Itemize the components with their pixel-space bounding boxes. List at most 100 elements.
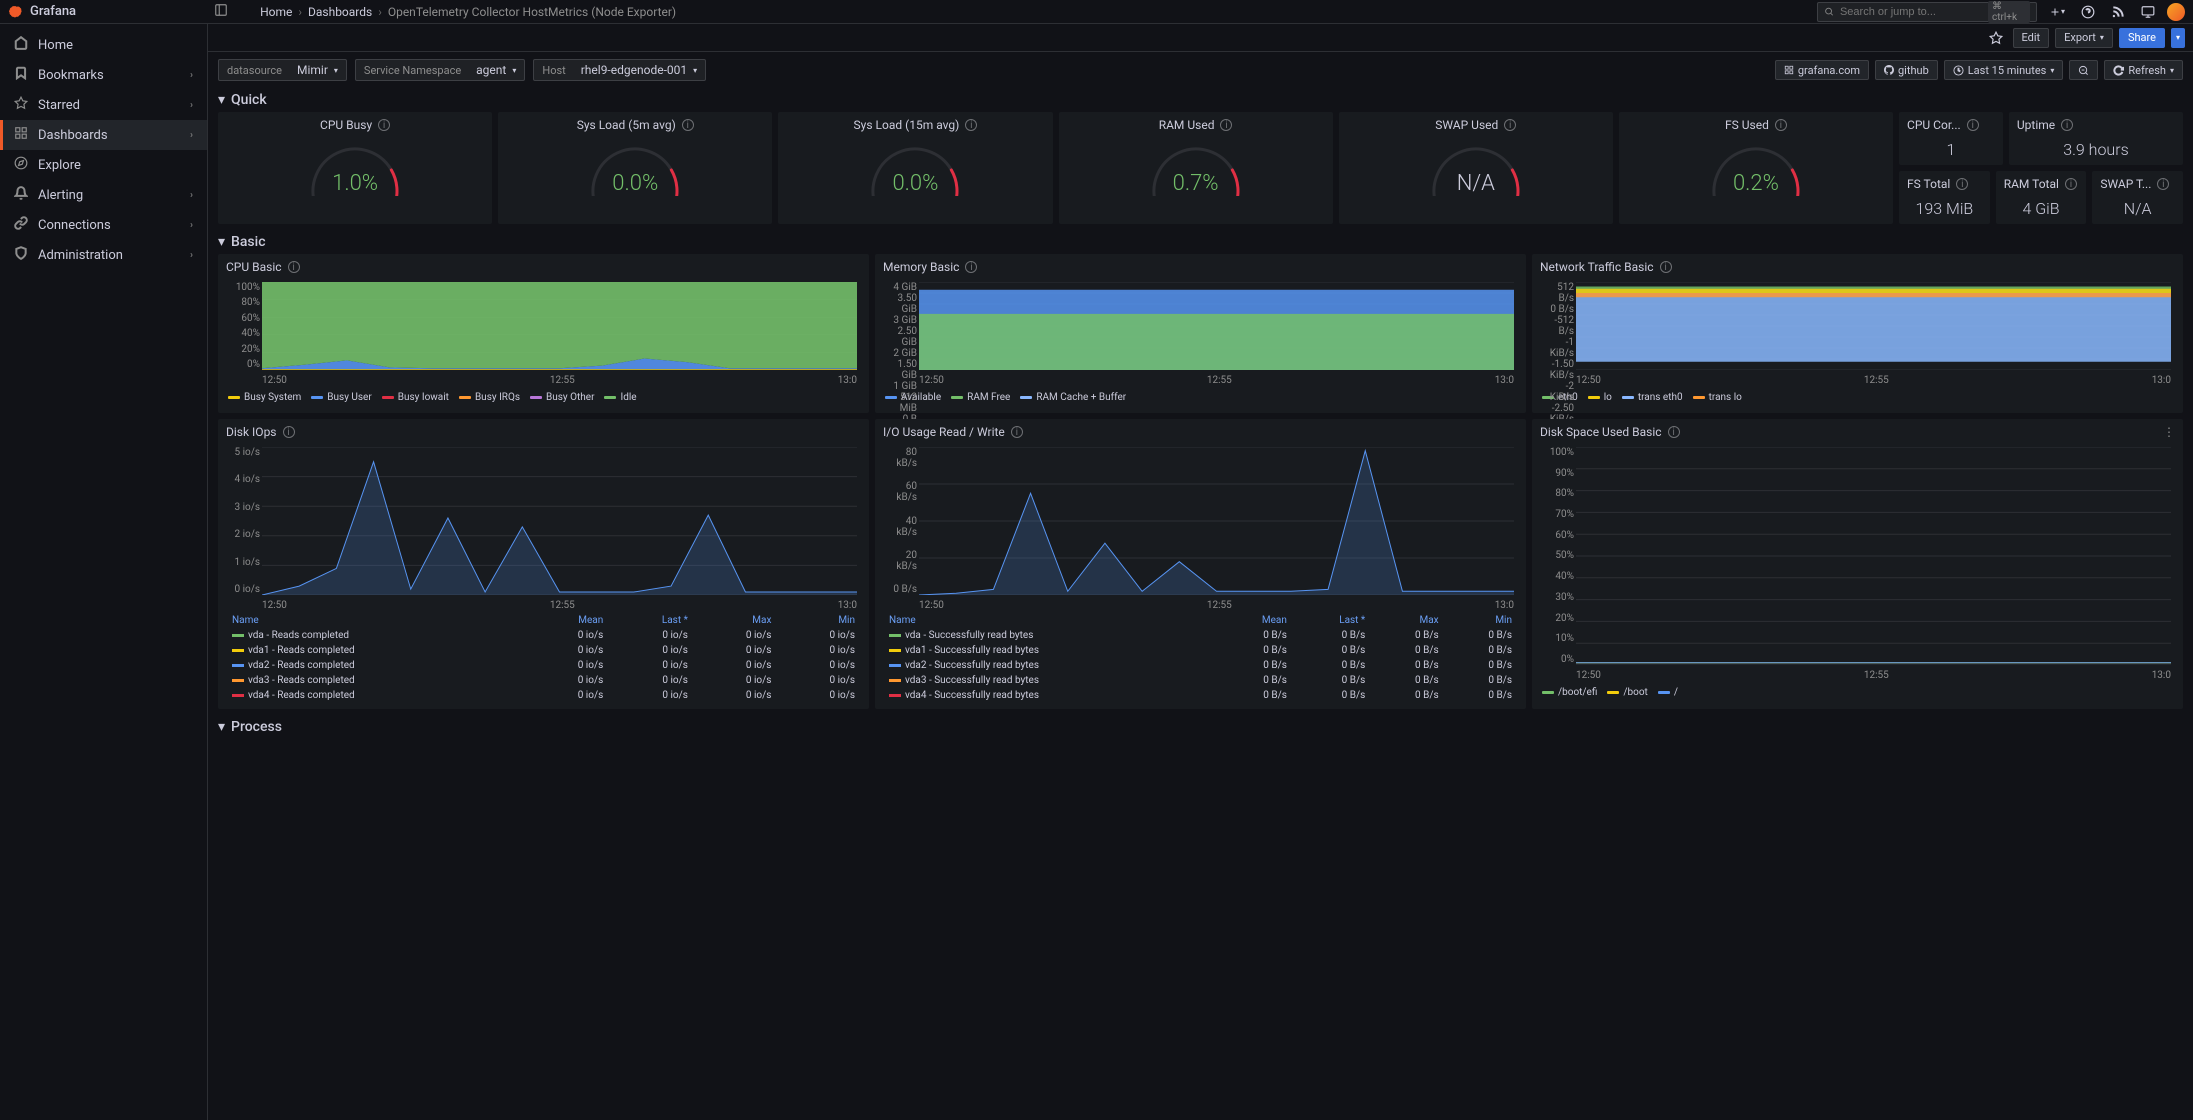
chevron-right-icon: ›: [190, 130, 193, 141]
info-icon[interactable]: i: [2157, 178, 2169, 190]
add-button[interactable]: ▾: [2045, 4, 2069, 20]
info-icon[interactable]: i: [1504, 119, 1516, 131]
gauge-swap-used[interactable]: SWAP Used iN/A: [1339, 112, 1613, 224]
info-icon[interactable]: i: [965, 261, 977, 273]
sidebar-item-connections[interactable]: Connections›: [0, 210, 207, 240]
monitor-icon[interactable]: [2137, 3, 2159, 21]
sidebar-item-bookmarks[interactable]: Bookmarks›: [0, 60, 207, 90]
legend-item[interactable]: Busy Iowait: [382, 392, 449, 403]
info-icon[interactable]: i: [1956, 178, 1968, 190]
zoom-out-button[interactable]: [2069, 60, 2098, 80]
star-icon[interactable]: [1985, 29, 2007, 47]
section-quick[interactable]: ▾ Quick: [208, 88, 2193, 112]
info-icon[interactable]: i: [288, 261, 300, 273]
section-basic[interactable]: ▾ Basic: [208, 230, 2193, 254]
legend-item[interactable]: trans eth0: [1622, 392, 1683, 403]
info-icon[interactable]: i: [1011, 426, 1023, 438]
grafana-logo-icon[interactable]: [8, 5, 22, 19]
share-button[interactable]: Share: [2119, 28, 2165, 48]
sidebar-item-home[interactable]: Home: [0, 30, 207, 60]
namespace-select[interactable]: Service Namespace agent ▾: [355, 59, 525, 81]
info-icon[interactable]: i: [1220, 119, 1232, 131]
legend-item[interactable]: RAM Cache + Buffer: [1020, 392, 1126, 403]
legend-item[interactable]: /boot/efi: [1542, 687, 1597, 698]
edit-button[interactable]: Edit: [2013, 28, 2050, 48]
breadcrumb-dashboards[interactable]: Dashboards: [308, 5, 372, 19]
section-process[interactable]: ▾ Process: [208, 715, 2193, 739]
stat-swap_total[interactable]: SWAP T... iN/A: [2092, 171, 2183, 224]
gauge-ram-used[interactable]: RAM Used i0.7%: [1059, 112, 1333, 224]
info-icon[interactable]: i: [283, 426, 295, 438]
share-dropdown[interactable]: ▾: [2171, 28, 2185, 48]
refresh-button[interactable]: Refresh ▾: [2104, 60, 2183, 80]
info-icon[interactable]: i: [378, 119, 390, 131]
legend-item[interactable]: lo: [1588, 392, 1612, 403]
search-icon: [1824, 6, 1834, 17]
chevron-right-icon: ›: [190, 70, 193, 81]
panel-disk_space[interactable]: Disk Space Used Basic i⋮100%90%80%70%60%…: [1532, 419, 2183, 709]
chevron-right-icon: ›: [190, 100, 193, 111]
table-row[interactable]: vda2 - Successfully read bytes0 B/s0 B/s…: [883, 658, 1518, 673]
help-icon[interactable]: [2077, 3, 2099, 21]
panel-disk_iops[interactable]: Disk IOps i5 io/s4 io/s3 io/s2 io/s1 io/…: [218, 419, 869, 709]
user-avatar[interactable]: [2167, 3, 2185, 21]
table-row[interactable]: vda4 - Reads completed0 io/s0 io/s0 io/s…: [226, 688, 861, 703]
table-row[interactable]: vda4 - Successfully read bytes0 B/s0 B/s…: [883, 688, 1518, 703]
sidebar-item-dashboards[interactable]: Dashboards›: [0, 120, 207, 150]
legend-item[interactable]: RAM Free: [951, 392, 1010, 403]
export-button[interactable]: Export ▾: [2055, 28, 2113, 48]
sidebar-item-starred[interactable]: Starred›: [0, 90, 207, 120]
sidebar-item-explore[interactable]: Explore: [0, 150, 207, 180]
panel-cpu_basic[interactable]: CPU Basic i100%80%60%40%20%0%12:5012:551…: [218, 254, 869, 413]
host-select[interactable]: Host rhel9-edgenode-001 ▾: [533, 59, 706, 81]
legend-item[interactable]: Busy System: [228, 392, 301, 403]
legend-item[interactable]: Idle: [604, 392, 636, 403]
search-input[interactable]: [1840, 6, 1982, 18]
info-icon[interactable]: i: [965, 119, 977, 131]
info-icon[interactable]: i: [1660, 261, 1672, 273]
rss-icon[interactable]: [2107, 3, 2129, 21]
link-github[interactable]: github: [1875, 60, 1938, 80]
info-icon[interactable]: i: [1775, 119, 1787, 131]
info-icon[interactable]: i: [1967, 119, 1979, 131]
sidebar-item-alerting[interactable]: Alerting›: [0, 180, 207, 210]
panel-menu-icon[interactable]: ⋮: [2163, 425, 2175, 439]
table-row[interactable]: vda1 - Reads completed0 io/s0 io/s0 io/s…: [226, 643, 861, 658]
stat-fs_total[interactable]: FS Total i193 MiB: [1899, 171, 1990, 224]
table-row[interactable]: vda3 - Successfully read bytes0 B/s0 B/s…: [883, 673, 1518, 688]
link-grafana[interactable]: grafana.com: [1775, 60, 1869, 80]
search-box[interactable]: ⌘ ctrl+k: [1817, 2, 2037, 22]
home-icon: [14, 36, 28, 54]
datasource-select[interactable]: datasource Mimir ▾: [218, 59, 347, 81]
legend-item[interactable]: /: [1658, 687, 1678, 698]
sidebar-collapse-icon[interactable]: [214, 3, 228, 20]
gauge-fs-used[interactable]: FS Used i0.2%: [1619, 112, 1893, 224]
table-row[interactable]: vda - Reads completed0 io/s0 io/s0 io/s0…: [226, 628, 861, 643]
sidebar-item-administration[interactable]: Administration›: [0, 240, 207, 270]
panel-memory_basic[interactable]: Memory Basic i4 GiB3.50 GiB3 GiB2.50 GiB…: [875, 254, 1526, 413]
table-row[interactable]: vda - Successfully read bytes0 B/s0 B/s0…: [883, 628, 1518, 643]
info-icon[interactable]: i: [2061, 119, 2073, 131]
legend: /boot/efi/boot /: [1540, 683, 2175, 702]
table-row[interactable]: vda2 - Reads completed0 io/s0 io/s0 io/s…: [226, 658, 861, 673]
table-row[interactable]: vda3 - Reads completed0 io/s0 io/s0 io/s…: [226, 673, 861, 688]
legend-item[interactable]: Busy User: [311, 392, 371, 403]
gauge-cpu-busy[interactable]: CPU Busy i1.0%: [218, 112, 492, 224]
panel-io_usage[interactable]: I/O Usage Read / Write i80 kB/s60 kB/s40…: [875, 419, 1526, 709]
legend-item[interactable]: Busy IRQs: [459, 392, 520, 403]
time-range-picker[interactable]: Last 15 minutes ▾: [1944, 60, 2064, 80]
panel-net_basic[interactable]: Network Traffic Basic i512 B/s0 B/s-512 …: [1532, 254, 2183, 413]
table-row[interactable]: vda1 - Successfully read bytes0 B/s0 B/s…: [883, 643, 1518, 658]
info-icon[interactable]: i: [682, 119, 694, 131]
stat-uptime[interactable]: Uptime i3.9 hours: [2009, 112, 2183, 165]
info-icon[interactable]: i: [1668, 426, 1680, 438]
legend-item[interactable]: /boot: [1607, 687, 1647, 698]
legend-item[interactable]: trans lo: [1693, 392, 1742, 403]
gauge-sys-load-15m-avg-[interactable]: Sys Load (15m avg) i0.0%: [778, 112, 1052, 224]
gauge-sys-load-5m-avg-[interactable]: Sys Load (5m avg) i0.0%: [498, 112, 772, 224]
stat-ram_total[interactable]: RAM Total i4 GiB: [1996, 171, 2087, 224]
info-icon[interactable]: i: [2065, 178, 2077, 190]
legend-item[interactable]: Busy Other: [530, 392, 594, 403]
stat-cpu_cores[interactable]: CPU Cor... i1: [1899, 112, 2003, 165]
breadcrumb-home[interactable]: Home: [260, 5, 292, 19]
